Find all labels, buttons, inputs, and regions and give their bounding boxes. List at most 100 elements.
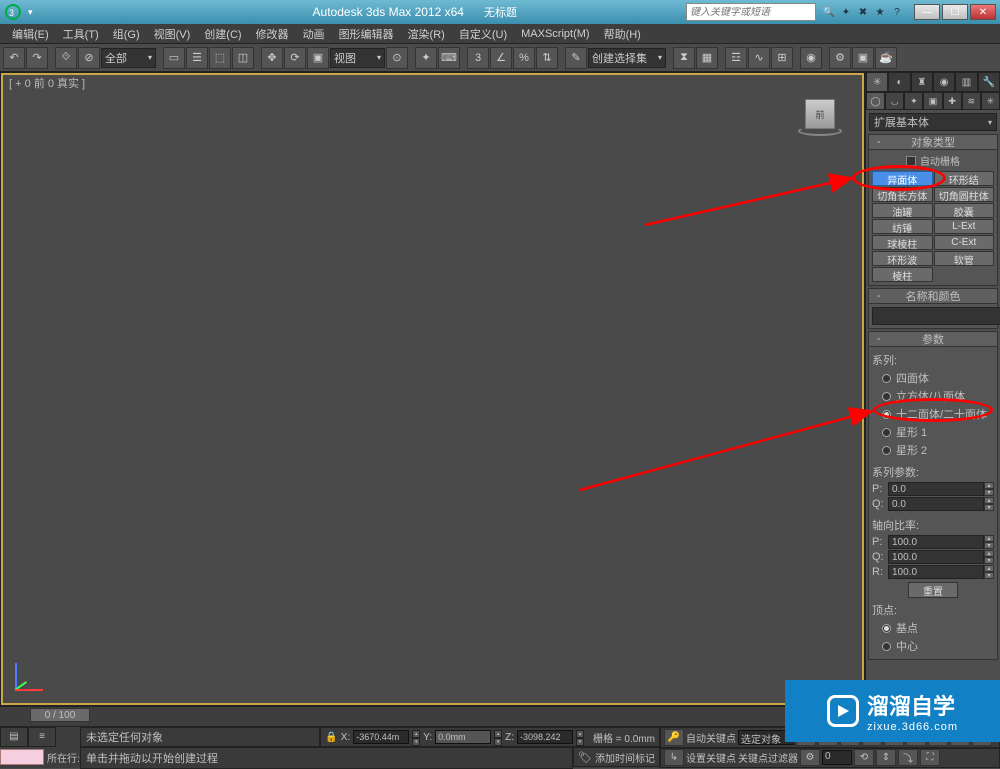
render-frame-button[interactable]: ▣	[852, 47, 874, 69]
ratio-q-spinner[interactable]: 100.0	[888, 550, 984, 564]
scale-button[interactable]: ▣	[307, 47, 329, 69]
menu-help[interactable]: 帮助(H)	[598, 26, 647, 42]
menu-create[interactable]: 创建(C)	[198, 26, 247, 42]
time-slider-bar[interactable]: 0 / 100	[0, 706, 865, 726]
ref-coord-combo[interactable]: 视图	[330, 48, 385, 68]
viewcube-ring[interactable]	[798, 126, 842, 136]
rollout-name-color[interactable]: 名称和颜色	[868, 288, 998, 304]
radio-star1[interactable]	[882, 428, 891, 437]
menu-views[interactable]: 视图(V)	[148, 26, 197, 42]
menu-customize[interactable]: 自定义(U)	[453, 26, 513, 42]
lock-icon[interactable]: 🔒	[325, 732, 337, 743]
radio-tetra[interactable]	[882, 374, 891, 383]
z-field[interactable]: -3098.242	[517, 730, 573, 744]
render-setup-button[interactable]: ⚙	[829, 47, 851, 69]
sign-in-icon[interactable]: ✦	[839, 5, 853, 19]
keyboard-shortcut-button[interactable]: ⌨	[438, 47, 460, 69]
help-search[interactable]	[686, 3, 816, 21]
tab-motion[interactable]: ◉	[933, 72, 955, 92]
autokey-button[interactable]: 自动关键点	[686, 730, 736, 745]
x-field[interactable]: -3670.44m	[353, 730, 409, 744]
minimize-button[interactable]: —	[914, 4, 940, 20]
named-selection-combo[interactable]: 创建选择集	[588, 48, 666, 68]
frame-field[interactable]: 0	[822, 750, 852, 765]
radio-cube-octa[interactable]	[882, 392, 891, 401]
help-search-input[interactable]	[690, 7, 812, 18]
mini-listener-icon2[interactable]: ≡	[28, 727, 56, 747]
tab-create[interactable]: ✳	[866, 72, 888, 92]
menu-modifiers[interactable]: 修改器	[250, 26, 295, 42]
autogrid-checkbox[interactable]	[906, 156, 916, 166]
undo-button[interactable]: ↶	[3, 47, 25, 69]
curve-editor-button[interactable]: ∿	[748, 47, 770, 69]
maximize-button[interactable]: ☐	[942, 4, 968, 20]
btn-chamfer-cyl[interactable]: 切角圆柱体	[934, 187, 995, 202]
menu-maxscript[interactable]: MAXScript(M)	[515, 28, 595, 40]
render-button[interactable]: ☕	[875, 47, 897, 69]
move-button[interactable]: ✥	[261, 47, 283, 69]
subtab-lights[interactable]: ✦	[904, 92, 923, 110]
selection-filter-combo[interactable]: 全部	[101, 48, 156, 68]
radio-dodeca-icosa[interactable]	[882, 410, 891, 419]
window-crossing-button[interactable]: ◫	[232, 47, 254, 69]
btn-lext[interactable]: L-Ext	[934, 219, 995, 234]
script-listener[interactable]	[0, 749, 44, 765]
btn-torus-knot[interactable]: 环形结	[934, 171, 995, 186]
subtab-spacewarps[interactable]: ≋	[962, 92, 981, 110]
add-time-tag[interactable]: 添加时间标记	[595, 750, 655, 765]
rotate-button[interactable]: ⟳	[284, 47, 306, 69]
btn-hose[interactable]: 软管	[934, 251, 995, 266]
btn-gengon[interactable]: 球棱柱	[872, 235, 933, 250]
percent-snap-button[interactable]: %	[513, 47, 535, 69]
nav-dolly-button[interactable]: ⇕	[876, 749, 896, 766]
q-spinner[interactable]: 0.0	[888, 497, 984, 511]
subtab-cameras[interactable]: ▣	[923, 92, 942, 110]
btn-ringwave[interactable]: 环形波	[872, 251, 933, 266]
link-button[interactable]: ⟐	[55, 47, 77, 69]
p-spinner[interactable]: 0.0	[888, 482, 984, 496]
menu-graph-editors[interactable]: 图形编辑器	[333, 26, 400, 42]
exchange-icon[interactable]: ✖	[856, 5, 870, 19]
subtab-systems[interactable]: ✳	[981, 92, 1000, 110]
menu-rendering[interactable]: 渲染(R)	[402, 26, 451, 42]
menu-animation[interactable]: 动画	[297, 26, 331, 42]
menu-tools[interactable]: 工具(T)	[57, 26, 105, 42]
rollout-params[interactable]: 参数	[868, 331, 998, 347]
spinner-snap-button[interactable]: ⇅	[536, 47, 558, 69]
quick-access-arrow[interactable]: ▾	[28, 7, 33, 18]
tag-icon[interactable]: 🏷	[578, 751, 592, 764]
close-button[interactable]: ✕	[970, 4, 996, 20]
redo-button[interactable]: ↷	[26, 47, 48, 69]
select-name-button[interactable]: ☰	[186, 47, 208, 69]
btn-oiltank[interactable]: 油罐	[872, 203, 933, 218]
pivot-button[interactable]: ⊙	[386, 47, 408, 69]
help-icon[interactable]: ?	[890, 5, 904, 19]
rollout-object-type[interactable]: 对象类型	[868, 134, 998, 150]
viewport[interactable]: [ + 0 前 0 真实 ] 前	[0, 72, 865, 706]
reset-button[interactable]: 重置	[908, 582, 958, 598]
viewcube[interactable]: 前	[798, 99, 842, 136]
tab-utilities[interactable]: 🔧	[978, 72, 1000, 92]
app-logo[interactable]: 3	[4, 3, 22, 21]
y-field[interactable]: 0.0mm	[435, 730, 491, 744]
radio-vertex-center[interactable]	[882, 642, 891, 651]
setkey-icon[interactable]: ↳	[664, 749, 684, 766]
favorite-icon[interactable]: ★	[873, 5, 887, 19]
layers-button[interactable]: ☲	[725, 47, 747, 69]
setkey-button[interactable]: 设置关键点	[686, 750, 736, 765]
material-editor-button[interactable]: ◉	[800, 47, 822, 69]
ratio-p-spinner[interactable]: 100.0	[888, 535, 984, 549]
tab-display[interactable]: ▥	[955, 72, 977, 92]
keyfilter-button[interactable]: 关键点过滤器	[738, 750, 798, 765]
mirror-button[interactable]: ⧗	[673, 47, 695, 69]
object-name-input[interactable]	[872, 307, 1000, 325]
subtab-geometry[interactable]: ◯	[866, 92, 885, 110]
select-button[interactable]: ▭	[163, 47, 185, 69]
schematic-button[interactable]: ⊞	[771, 47, 793, 69]
btn-capsule[interactable]: 胶囊	[934, 203, 995, 218]
angle-snap-button[interactable]: ∠	[490, 47, 512, 69]
btn-chamfer-box[interactable]: 切角长方体	[872, 187, 933, 202]
align-button[interactable]: ▦	[696, 47, 718, 69]
time-config-button[interactable]: ⚙	[800, 749, 820, 766]
subtab-helpers[interactable]: ✚	[943, 92, 962, 110]
